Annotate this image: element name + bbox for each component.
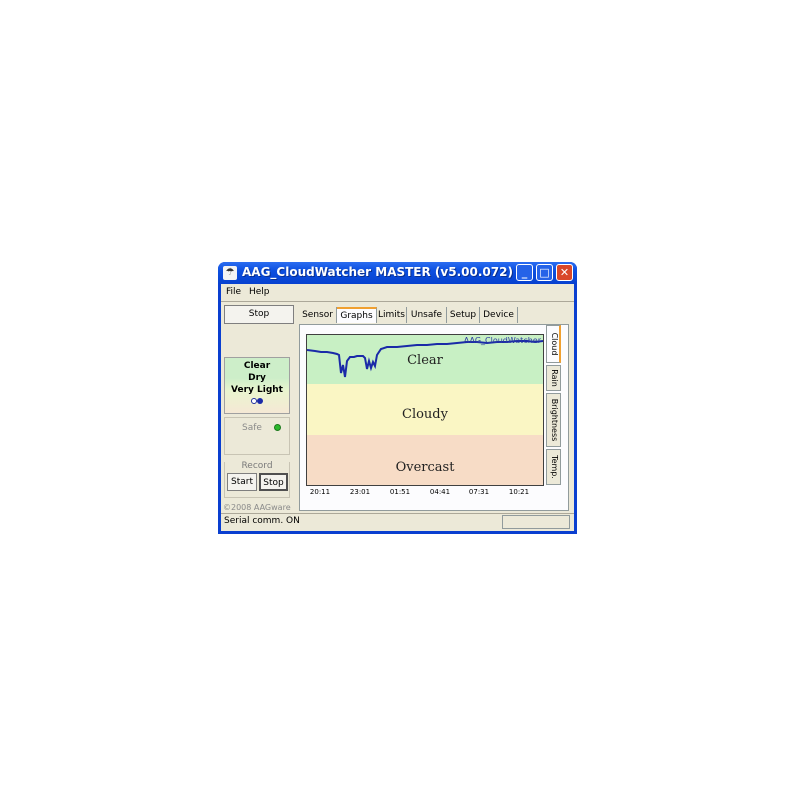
record-start-button[interactable]: Start [227,473,257,491]
tab-strip: Sensor Graphs Limits Unsafe Setup Device [299,307,569,323]
x-tick: 23:01 [349,488,371,496]
menu-bar: File Help [221,284,574,300]
x-tick: 07:31 [468,488,490,496]
tab-device[interactable]: Device [480,307,518,323]
client-area: File Help Stop Clear Dry Very Light Safe… [221,284,574,531]
side-tab-label: Rain [550,369,559,387]
side-tab-rain[interactable]: Rain [546,365,561,391]
indicator-dot-filled-icon [257,398,263,404]
stop-button[interactable]: Stop [224,305,294,324]
menu-help[interactable]: Help [249,287,270,297]
tab-sensor[interactable]: Sensor [299,307,337,323]
safe-led-icon [274,424,281,431]
x-tick: 04:41 [429,488,451,496]
x-tick: 20:11 [309,488,331,496]
tab-setup[interactable]: Setup [447,307,480,323]
app-window: ☂ AAG_CloudWatcher MASTER (v5.00.072) _ … [218,262,577,534]
status-panel [502,515,570,529]
app-icon: ☂ [223,266,237,280]
menu-file[interactable]: File [226,287,241,297]
light-status: Very Light [231,385,283,395]
graph-title: AAG_CloudWatcher [463,336,541,345]
side-tab-label: Temp. [550,455,559,479]
side-tab-temp[interactable]: Temp. [546,449,561,485]
record-stop-button[interactable]: Stop [259,473,288,491]
tab-limits[interactable]: Limits [377,307,407,323]
statusbar-divider [221,513,574,514]
title-bar[interactable]: ☂ AAG_CloudWatcher MASTER (v5.00.072) _ … [218,262,577,284]
minimize-button[interactable]: _ [516,264,533,281]
menu-divider [221,301,574,302]
close-button[interactable]: ✕ [556,264,573,281]
record-label: Record [225,461,289,471]
sky-temperature-line [307,340,543,378]
side-tab-label: Cloud [550,332,559,356]
window-title: AAG_CloudWatcher MASTER (v5.00.072) [242,265,513,279]
tab-graphs[interactable]: Graphs [337,307,377,323]
rain-status: Dry [248,373,266,383]
status-text: Serial comm. ON [224,516,300,526]
side-tab-brightness[interactable]: Brightness [546,393,561,447]
safe-panel: Safe [224,417,290,455]
record-group: Record Start Stop [224,461,290,498]
activity-indicator [251,398,265,405]
cloud-graph: Clear Cloudy Overcast AAG_CloudWatcher [306,334,544,486]
x-tick: 10:21 [508,488,530,496]
maximize-button[interactable]: □ [536,264,553,281]
side-tab-label: Brightness [550,398,559,442]
side-tab-cloud[interactable]: Cloud [546,325,561,363]
x-tick: 01:51 [389,488,411,496]
copyright: ©2008 AAGware [223,503,291,512]
graphs-panel: Clear Cloudy Overcast AAG_CloudWatcher 2… [299,324,569,511]
sky-status: Clear [243,361,271,371]
tab-unsafe[interactable]: Unsafe [407,307,447,323]
conditions-panel: Clear Dry Very Light [224,357,290,414]
safe-label: Safe [242,423,262,433]
